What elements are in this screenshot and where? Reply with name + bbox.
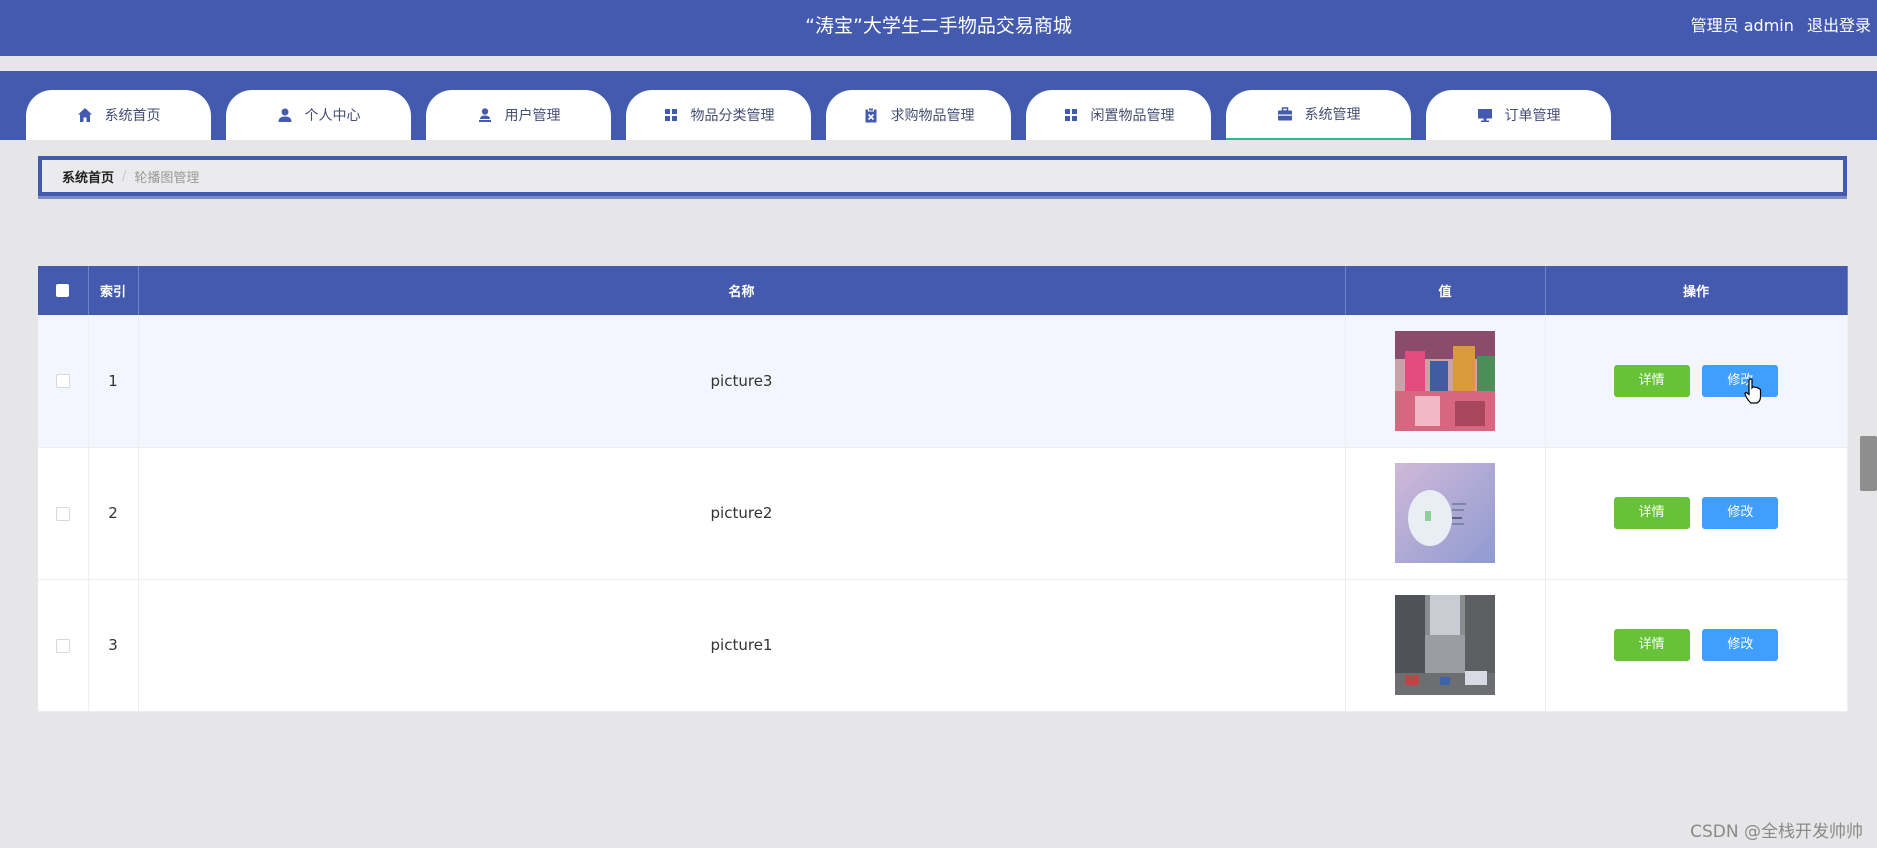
main-nav: 系统首页 个人中心 用户管理 物品分类管理 求购物品管理 闲置物品管理 系统管理… — [0, 71, 1877, 140]
tab-label: 系统管理 — [1304, 107, 1361, 123]
table-header-row: 索引 名称 值 操作 — [38, 266, 1848, 315]
edit-button[interactable]: 修改 — [1702, 497, 1779, 529]
row-actions: 详情 修改 — [1545, 579, 1848, 712]
row-select-cell — [38, 579, 89, 712]
column-header-actions: 操作 — [1545, 266, 1848, 315]
tab-idle-items[interactable]: 闲置物品管理 — [1026, 90, 1211, 140]
breadcrumb: 系统首页 / 轮播图管理 — [38, 156, 1847, 196]
tab-label: 求购物品管理 — [890, 108, 975, 124]
detail-button[interactable]: 详情 — [1613, 629, 1690, 661]
home-icon — [77, 107, 93, 123]
tab-order-management[interactable]: 订单管理 — [1426, 90, 1611, 140]
watermark: CSDN @全栈开发帅帅 — [1690, 822, 1863, 842]
grid-icon — [1063, 107, 1079, 123]
tab-home[interactable]: 系统首页 — [26, 90, 211, 140]
detail-button[interactable]: 详情 — [1613, 364, 1690, 397]
edit-button[interactable]: 修改 — [1702, 364, 1779, 397]
logout-link[interactable]: 退出登录 — [1807, 16, 1871, 35]
column-header-value: 值 — [1345, 266, 1546, 315]
vertical-scrollbar-thumb[interactable] — [1860, 436, 1877, 491]
monitor-icon — [1477, 107, 1493, 123]
row-index: 2 — [88, 447, 139, 580]
select-all-checkbox[interactable] — [56, 284, 70, 297]
table-row: 1 picture3 详情 修改 — [38, 315, 1848, 448]
row-actions: 详情 修改 — [1545, 315, 1848, 448]
tab-label: 物品分类管理 — [690, 108, 775, 124]
row-value-cell — [1345, 315, 1546, 448]
tab-label: 闲置物品管理 — [1090, 108, 1175, 124]
row-name: picture3 — [138, 315, 1346, 448]
tab-label: 订单管理 — [1504, 108, 1561, 124]
column-header-name: 名称 — [138, 266, 1346, 315]
clipboard-icon — [863, 107, 879, 123]
row-index: 3 — [88, 579, 139, 712]
tab-label: 系统首页 — [104, 108, 161, 124]
row-name: picture1 — [138, 579, 1346, 712]
column-header-index: 索引 — [88, 266, 139, 315]
tab-user-management[interactable]: 用户管理 — [426, 90, 611, 140]
breadcrumb-separator: / — [122, 168, 127, 184]
edit-button[interactable]: 修改 — [1702, 629, 1779, 661]
street-scene-thumbnail — [1395, 595, 1495, 695]
row-checkbox[interactable] — [55, 374, 70, 389]
row-checkbox[interactable] — [55, 638, 70, 653]
breadcrumb-current: 轮播图管理 — [134, 170, 200, 186]
table-row: 3 picture1 详情 修改 — [38, 579, 1848, 712]
purple-banner-thumbnail — [1395, 463, 1495, 563]
user-manage-icon — [477, 107, 493, 123]
row-value-cell — [1345, 447, 1546, 580]
person-icon — [277, 107, 293, 123]
site-title: “涛宝”大学生二手物品交易商城 — [805, 15, 1072, 37]
header-gap — [0, 56, 1877, 71]
tab-personal-center[interactable]: 个人中心 — [226, 90, 411, 140]
row-select-cell — [38, 315, 89, 448]
tab-category-management[interactable]: 物品分类管理 — [626, 90, 811, 140]
tab-label: 用户管理 — [504, 108, 561, 124]
row-index: 1 — [88, 315, 139, 448]
grid-icon — [663, 107, 679, 123]
hand-cursor-icon — [1744, 378, 1762, 408]
tab-label: 个人中心 — [304, 108, 361, 124]
admin-user-label: 管理员 admin — [1690, 16, 1794, 35]
user-area: 管理员 admin 退出登录 — [1683, 0, 1871, 56]
row-name: picture2 — [138, 447, 1346, 580]
breadcrumb-home-link[interactable]: 系统首页 — [62, 167, 114, 186]
top-header: “涛宝”大学生二手物品交易商城 管理员 admin 退出登录 — [0, 0, 1877, 56]
tab-wanted-items[interactable]: 求购物品管理 — [826, 90, 1011, 140]
briefcase-icon — [1277, 106, 1293, 122]
row-value-cell — [1345, 579, 1546, 712]
carousel-table: 索引 名称 值 操作 1 picture3 详情 修改 2 picture2 详… — [38, 266, 1848, 712]
crowd-market-thumbnail — [1395, 330, 1495, 431]
row-checkbox[interactable] — [55, 506, 70, 521]
tab-system-management[interactable]: 系统管理 — [1226, 90, 1411, 140]
row-select-cell — [38, 447, 89, 580]
select-all-header — [38, 266, 89, 315]
table-row: 2 picture2 详情 修改 — [38, 447, 1848, 580]
row-actions: 详情 修改 — [1545, 447, 1848, 580]
detail-button[interactable]: 详情 — [1613, 497, 1690, 529]
